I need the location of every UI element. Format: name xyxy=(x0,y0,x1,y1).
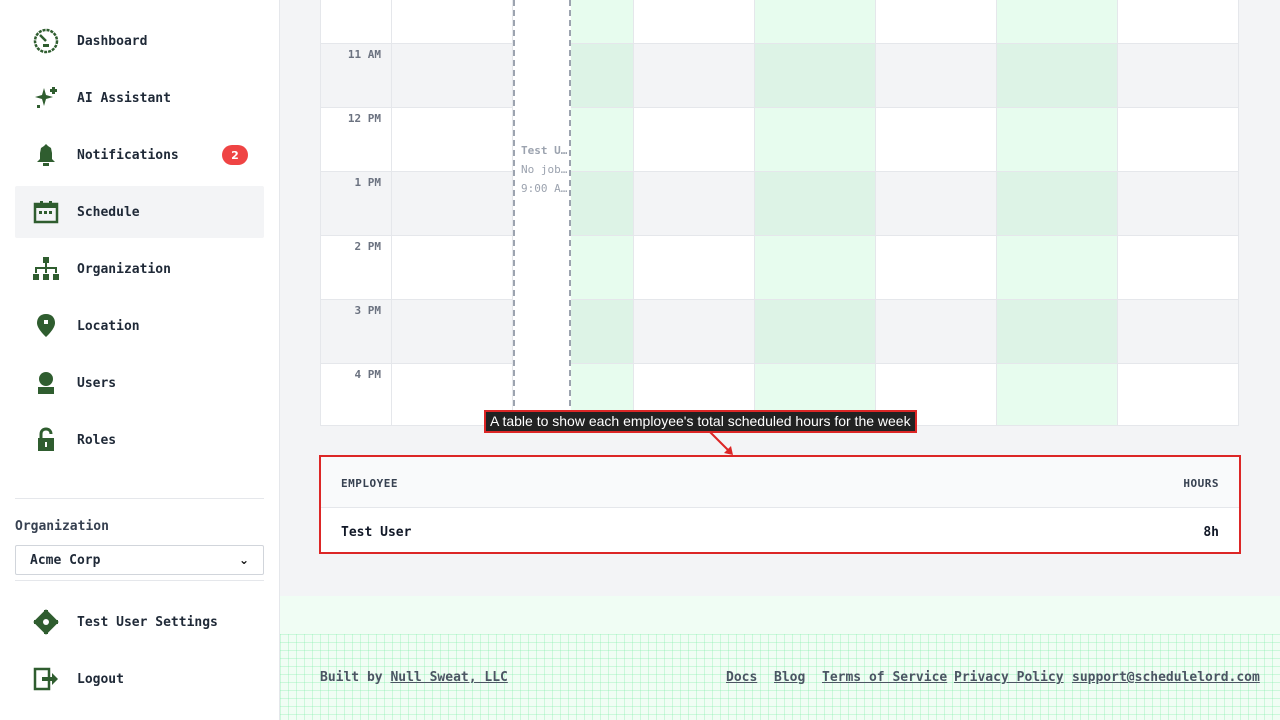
sidebar-item-label: Schedule xyxy=(77,204,140,220)
time-label: 3 PM xyxy=(354,304,382,317)
sidebar-item-ai-assistant[interactable]: AI Assistant xyxy=(15,72,264,124)
sidebar-item-label: AI Assistant xyxy=(77,90,171,106)
sidebar-item-label: Location xyxy=(77,318,140,334)
bell-icon xyxy=(31,140,61,170)
shift-event[interactable]: Test U… No job… 9:00 A… xyxy=(513,0,571,425)
shift-event-title: Test U… xyxy=(521,144,567,157)
sidebar-item-label: Dashboard xyxy=(77,33,148,49)
notification-count-badge: 2 xyxy=(222,145,248,165)
settings-button[interactable]: Test User Settings xyxy=(15,596,264,648)
sparkle-icon xyxy=(31,83,61,113)
sidebar-item-dashboard[interactable]: Dashboard xyxy=(15,15,264,67)
sidebar: Dashboard AI Assistant Notifications 2 S… xyxy=(0,0,280,720)
sidebar-item-users[interactable]: Users xyxy=(15,357,264,409)
organization-select[interactable]: Acme Corp ⌄ xyxy=(15,545,264,575)
terms-link[interactable]: Terms of Service xyxy=(822,670,947,685)
column-header-hours: HOURS xyxy=(1183,477,1219,490)
footer-link-docs[interactable]: Docs xyxy=(726,670,757,685)
built-by-prefix: Built by xyxy=(320,670,383,685)
shift-event-time: 9:00 A… xyxy=(521,182,567,195)
sidebar-item-notifications[interactable]: Notifications 2 xyxy=(15,129,264,181)
settings-label: Test User Settings xyxy=(77,614,218,630)
time-label: 1 PM xyxy=(354,176,382,189)
hour-divider xyxy=(321,235,1238,236)
docs-link[interactable]: Docs xyxy=(726,670,757,685)
time-gutter xyxy=(321,0,392,425)
week-calendar-grid: 11 AM 12 PM 1 PM 2 PM 3 PM 4 PM Test U… … xyxy=(320,0,1239,426)
organization-label: Organization xyxy=(15,519,109,534)
divider xyxy=(15,580,264,581)
footer-link-support[interactable]: support@schedulelord.com xyxy=(1072,670,1260,685)
built-by-text: Built by Null Sweat, LLC xyxy=(320,670,508,685)
sidebar-item-label: Users xyxy=(77,375,117,391)
time-label: 11 AM xyxy=(347,48,381,61)
employee-name-cell: Test User xyxy=(341,525,412,540)
lock-icon xyxy=(31,425,61,455)
footer-link-privacy[interactable]: Privacy Policy xyxy=(954,670,1064,685)
logout-label: Logout xyxy=(77,671,124,687)
hour-divider xyxy=(321,107,1238,108)
blog-link[interactable]: Blog xyxy=(774,670,805,685)
hour-divider xyxy=(321,43,1238,44)
partially-hidden-icon xyxy=(33,487,59,493)
divider xyxy=(15,498,264,499)
time-label: 12 PM xyxy=(347,112,381,125)
support-email-link[interactable]: support@schedulelord.com xyxy=(1072,670,1260,685)
calendar-icon xyxy=(31,197,61,227)
time-label: 2 PM xyxy=(354,240,382,253)
table-header: EMPLOYEE HOURS xyxy=(321,457,1239,508)
time-label: 4 PM xyxy=(354,368,382,381)
privacy-link[interactable]: Privacy Policy xyxy=(954,670,1064,685)
weekly-hours-table: EMPLOYEE HOURS Test User 8h xyxy=(319,455,1241,554)
column-header-employee: EMPLOYEE xyxy=(341,477,398,490)
hour-divider xyxy=(321,363,1238,364)
sidebar-item-label: Organization xyxy=(77,261,171,277)
logout-button[interactable]: Logout xyxy=(15,653,264,705)
org-chart-icon xyxy=(31,254,61,284)
gear-icon xyxy=(31,607,61,637)
sidebar-item-label: Roles xyxy=(77,432,117,448)
sidebar-item-organization[interactable]: Organization xyxy=(15,243,264,295)
footer-link-blog[interactable]: Blog xyxy=(774,670,805,685)
sidebar-item-label: Notifications xyxy=(77,147,179,163)
null-sweat-link[interactable]: Null Sweat, LLC xyxy=(390,670,507,685)
organization-selected-value: Acme Corp xyxy=(30,552,101,568)
dashboard-icon xyxy=(31,26,61,56)
shift-event-job: No job… xyxy=(521,163,567,176)
sidebar-item-schedule[interactable]: Schedule xyxy=(15,186,264,238)
user-icon xyxy=(31,368,61,398)
hour-divider xyxy=(321,171,1238,172)
chevron-down-icon: ⌄ xyxy=(238,553,249,567)
location-pin-icon xyxy=(31,311,61,341)
sidebar-item-roles[interactable]: Roles xyxy=(15,414,264,466)
logout-icon xyxy=(31,664,61,694)
footer-link-terms[interactable]: Terms of Service xyxy=(822,670,947,685)
hour-divider xyxy=(321,299,1238,300)
hours-cell: 8h xyxy=(1203,525,1219,540)
sidebar-item-location[interactable]: Location xyxy=(15,300,264,352)
